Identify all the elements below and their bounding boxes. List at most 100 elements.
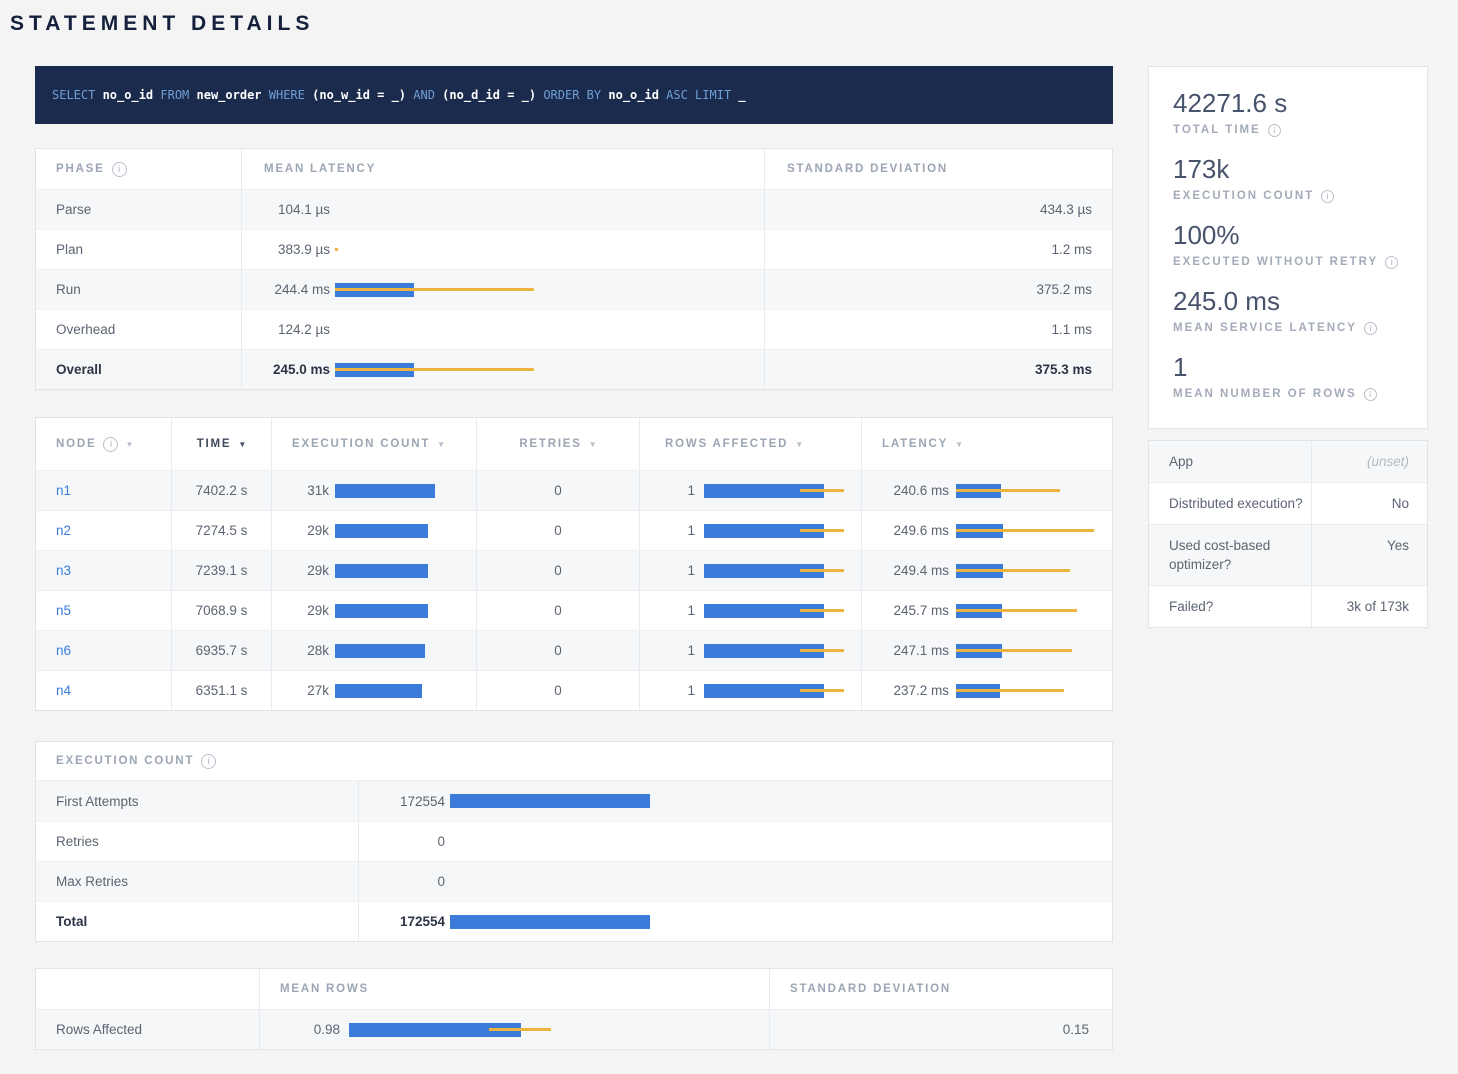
node-latency: 240.6 ms <box>862 483 949 498</box>
rows-affected-bar <box>704 644 824 658</box>
info-icon[interactable]: i <box>103 437 118 452</box>
info-icon[interactable]: i <box>1364 322 1377 335</box>
stat-label-text: TOTAL TIME <box>1173 122 1261 138</box>
exec-row-total: Total 172554 <box>36 901 1112 941</box>
time-header-label: TIME <box>197 438 232 450</box>
node-latency: 249.6 ms <box>862 523 949 538</box>
execution-count-column-header[interactable]: EXECUTION COUNT ▼ <box>271 418 476 470</box>
info-icon[interactable]: i <box>112 162 127 177</box>
node-retries: 0 <box>476 511 639 550</box>
latency-column-header[interactable]: LATENCY ▼ <box>861 418 1112 470</box>
page-layout: SELECT no_o_id FROM new_order WHERE (no_… <box>0 36 1458 1050</box>
exec-row-label: Total <box>56 914 87 929</box>
exec-row-value: 172554 <box>359 914 445 929</box>
retries-header-label: RETRIES <box>519 438 581 450</box>
exec-row-max-retries: Max Retries 0 <box>36 861 1112 901</box>
stat-label: MEAN SERVICE LATENCY i <box>1173 320 1417 336</box>
node-link[interactable]: n4 <box>56 683 71 698</box>
node-row: n6 6935.7 s 28k 0 1 247.1 ms <box>36 630 1112 670</box>
node-link[interactable]: n5 <box>56 603 71 618</box>
node-exec-count: 29k <box>272 563 329 578</box>
node-link[interactable]: n3 <box>56 563 71 578</box>
mean-latency-value: 383.9 µs <box>242 242 330 257</box>
std-dev-header-label: STANDARD DEVIATION <box>790 983 951 995</box>
phase-name: Plan <box>56 242 83 257</box>
retries-column-header[interactable]: RETRIES ▼ <box>476 418 639 470</box>
latency-bar <box>956 644 1002 658</box>
node-link[interactable]: n6 <box>56 643 71 658</box>
phase-table: PHASE i MEAN LATENCY STANDARD DEVIATION … <box>35 148 1113 390</box>
mean-latency-value: 124.2 µs <box>242 322 330 337</box>
mean-rows-header-label: MEAN ROWS <box>280 983 369 995</box>
stat-execution-count: 173k EXECUTION COUNT i <box>1173 154 1417 204</box>
sort-desc-icon: ▼ <box>955 440 963 449</box>
std-dev-value: 1.1 ms <box>764 310 1112 349</box>
info-icon[interactable]: i <box>1385 256 1398 269</box>
statement-details-card: App (unset) Distributed execution? No Us… <box>1148 440 1428 628</box>
page-title: STATEMENT DETAILS <box>10 12 1458 36</box>
sql-statement: SELECT no_o_id FROM new_order WHERE (no_… <box>35 66 1113 124</box>
stat-value: 1 <box>1173 352 1417 383</box>
node-exec-count: 31k <box>272 483 329 498</box>
latency-bar <box>335 283 414 297</box>
node-exec-count: 29k <box>272 603 329 618</box>
rows-affected-column-header[interactable]: ROWS AFFECTED ▼ <box>639 418 861 470</box>
rows-affected-header-label: ROWS AFFECTED <box>665 438 788 450</box>
execution-count-table-title: EXECUTION COUNT i <box>36 742 1112 781</box>
rows-affected-bar <box>704 604 824 618</box>
detail-label: Failed? <box>1149 586 1311 627</box>
main-column: SELECT no_o_id FROM new_order WHERE (no_… <box>35 36 1113 1050</box>
phase-header-cell: PHASE i <box>36 149 241 189</box>
node-rows-affected: 1 <box>640 483 695 498</box>
node-time: 6935.7 s <box>171 631 271 670</box>
sort-desc-icon: ▼ <box>437 440 445 449</box>
execution-count-bar <box>335 604 428 618</box>
detail-row-distributed-execution: Distributed execution? No <box>1149 482 1427 524</box>
node-row: n3 7239.1 s 29k 0 1 249.4 ms <box>36 550 1112 590</box>
exec-row-value: 0 <box>359 834 445 849</box>
detail-value: No <box>1311 483 1427 524</box>
detail-label: Distributed execution? <box>1149 483 1311 524</box>
node-retries: 0 <box>476 471 639 510</box>
execution-count-title-label: EXECUTION COUNT <box>56 755 194 767</box>
sort-desc-icon: ▼ <box>795 440 803 449</box>
detail-value: (unset) <box>1311 441 1427 482</box>
stat-label-text: MEAN SERVICE LATENCY <box>1173 320 1357 336</box>
std-dev-value: 434.3 µs <box>764 190 1112 229</box>
exec-row-label: Max Retries <box>56 874 128 889</box>
node-link[interactable]: n2 <box>56 523 71 538</box>
phase-name: Overhead <box>56 322 115 337</box>
node-time: 7239.1 s <box>171 551 271 590</box>
info-icon[interactable]: i <box>201 754 216 769</box>
node-row: n5 7068.9 s 29k 0 1 245.7 ms <box>36 590 1112 630</box>
phase-row-run: Run 244.4 ms 375.2 ms <box>36 269 1112 309</box>
node-exec-count: 27k <box>272 683 329 698</box>
node-exec-count: 29k <box>272 523 329 538</box>
execution-count-header-label: EXECUTION COUNT <box>292 438 430 450</box>
phase-name: Run <box>56 282 81 297</box>
exec-row-label: Retries <box>56 834 99 849</box>
execution-count-bar <box>335 524 428 538</box>
info-icon[interactable]: i <box>1268 124 1281 137</box>
phase-row-parse: Parse 104.1 µs 434.3 µs <box>36 189 1112 229</box>
mean-latency-value: 245.0 ms <box>242 362 330 377</box>
info-icon[interactable]: i <box>1364 388 1377 401</box>
phase-row-plan: Plan 383.9 µs 1.2 ms <box>36 229 1112 269</box>
stat-label: EXECUTED WITHOUT RETRY i <box>1173 254 1417 270</box>
phase-row-overhead: Overhead 124.2 µs 1.1 ms <box>36 309 1112 349</box>
stat-value: 100% <box>1173 220 1417 251</box>
execution-count-bar <box>450 915 650 929</box>
time-column-header[interactable]: TIME ▼ <box>171 418 271 470</box>
phase-table-header: PHASE i MEAN LATENCY STANDARD DEVIATION <box>36 149 1112 189</box>
mean-rows-bar <box>349 1023 521 1037</box>
node-column-header[interactable]: NODE i ▼ <box>36 418 171 470</box>
stat-mean-service-latency: 245.0 ms MEAN SERVICE LATENCY i <box>1173 286 1417 336</box>
info-icon[interactable]: i <box>1321 190 1334 203</box>
std-dev-value: 0.15 <box>769 1010 1112 1049</box>
phase-name: Overall <box>56 362 102 377</box>
detail-value: 3k of 173k <box>1311 586 1427 627</box>
node-rows-affected: 1 <box>640 603 695 618</box>
std-dev-header-cell: STANDARD DEVIATION <box>764 149 1112 189</box>
node-link[interactable]: n1 <box>56 483 71 498</box>
rows-affected-bar <box>704 564 824 578</box>
